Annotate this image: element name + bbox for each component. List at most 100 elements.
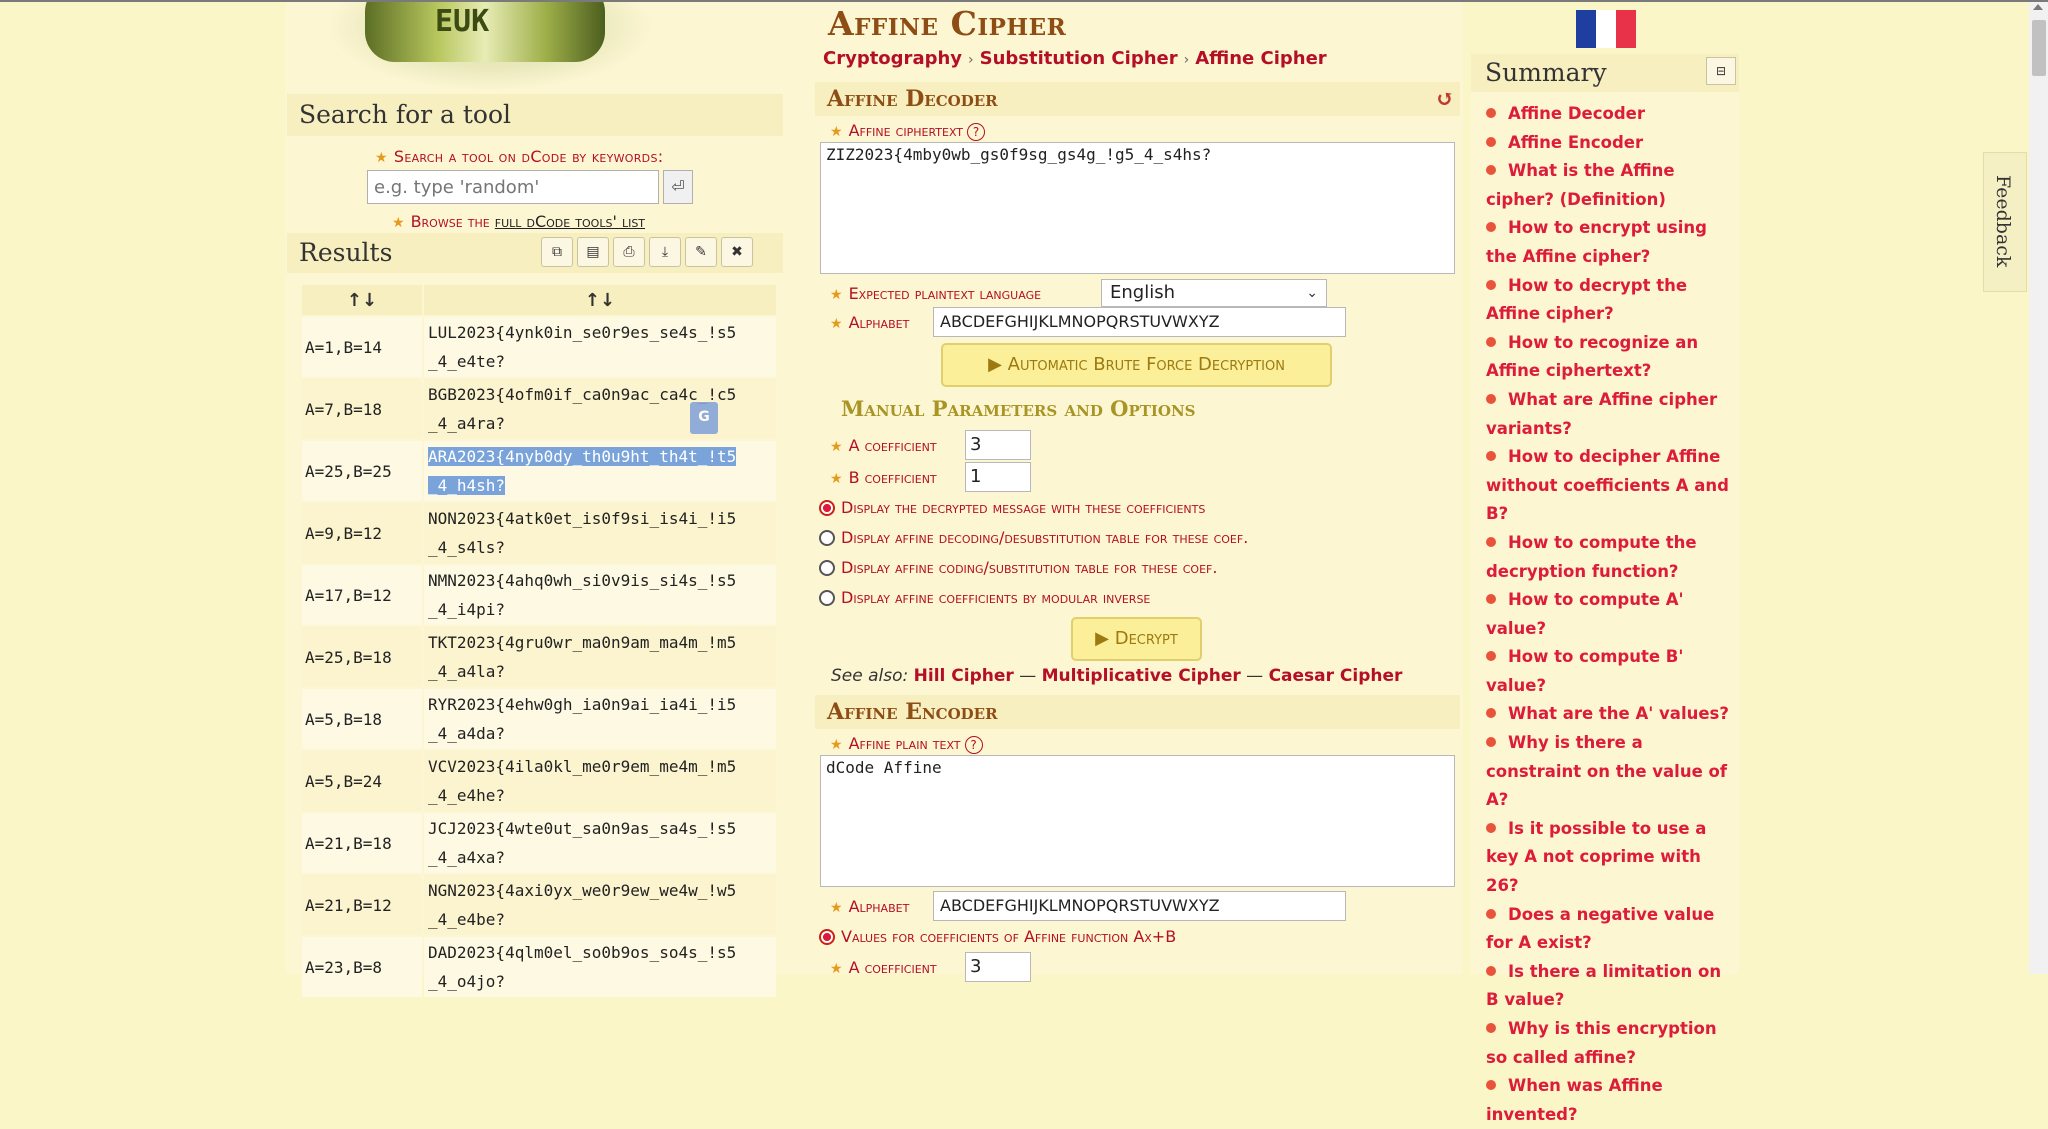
table-row[interactable]: A=25,B=18 TKT2023{4gru0wr_ma0n9am_ma4m_!m…: [302, 627, 776, 687]
breadcrumb-substitution[interactable]: Substitution Cipher: [980, 48, 1178, 69]
search-go-button[interactable]: ⏎: [663, 170, 693, 204]
summary-link[interactable]: What are the A' values?: [1486, 700, 1736, 729]
breadcrumb-affine[interactable]: Affine Cipher: [1195, 48, 1326, 69]
breadcrumb-cryptography[interactable]: Cryptography: [823, 48, 962, 69]
summary-link[interactable]: What is the Affine cipher? (Definition): [1486, 157, 1736, 214]
encoder-alphabet-input[interactable]: ABCDEFGHIJKLMNOPQRSTUVWXYZ: [933, 891, 1346, 921]
feedback-tab[interactable]: Feedback: [1983, 152, 2027, 292]
radio-display-decrypted[interactable]: Display the decrypted message with these…: [819, 498, 1205, 517]
pin-button[interactable]: ✎: [685, 237, 717, 267]
table-row[interactable]: A=23,B=8 DAD2023{4qlm0el_so0b9os_so4s_!s5…: [302, 937, 776, 997]
summary-link[interactable]: How to decrypt the Affine cipher?: [1486, 272, 1736, 329]
french-flag-icon[interactable]: [1576, 10, 1636, 48]
summary-link[interactable]: How to encrypt using the Affine cipher?: [1486, 214, 1736, 271]
result-key: A=21,B=12: [302, 875, 422, 935]
result-value[interactable]: NON2023{4atk0et_is0f9si_is4i_!i5 _4_s4ls?: [424, 503, 776, 563]
summary-link[interactable]: Affine Decoder: [1486, 100, 1736, 129]
result-value[interactable]: BGB2023{4ofm0if_ca0n9ac_ca4c_!c5 _4_a4ra?: [424, 379, 776, 439]
star-icon: ★: [392, 215, 405, 231]
table-row[interactable]: A=25,B=25 ARA2023{4nyb0dy_th0u9ht_th4t_!t…: [302, 441, 776, 501]
summary-link[interactable]: Is it possible to use a key A not coprim…: [1486, 815, 1736, 901]
table-row[interactable]: A=5,B=24 VCV2023{4ila0kl_me0r9em_me4m_!m5…: [302, 751, 776, 811]
decoder-alphabet-input[interactable]: ABCDEFGHIJKLMNOPQRSTUVWXYZ: [933, 307, 1346, 337]
result-value[interactable]: NMN2023{4ahq0wh_si0v9is_si4s_!s5 _4_i4pi?: [424, 565, 776, 625]
radio-modular-inverse[interactable]: Display affine coefficients by modular i…: [819, 588, 1150, 607]
caesar-cipher-link[interactable]: Caesar Cipher: [1269, 666, 1403, 686]
result-value[interactable]: ARA2023{4nyb0dy_th0u9ht_th4t_!t5 _4_h4sh?: [424, 441, 776, 501]
summary-link[interactable]: How to decipher Affine without coefficie…: [1486, 443, 1736, 529]
search-keywords-label: ★ Search a tool on dCode by keywords:: [375, 147, 664, 166]
encoder-a-coef-input[interactable]: 3: [965, 952, 1031, 982]
result-value[interactable]: DAD2023{4qlm0el_so0b9os_so4s_!s5 _4_o4jo?: [424, 937, 776, 997]
summary-link[interactable]: Is there a limitation on B value?: [1486, 958, 1736, 1015]
summary-link[interactable]: How to compute A' value?: [1486, 586, 1736, 643]
summary-link[interactable]: Affine Encoder: [1486, 129, 1736, 158]
summary-link[interactable]: Why is this encryption so called affine?: [1486, 1015, 1736, 1072]
full-tools-list-link[interactable]: full dCode tools' list: [495, 212, 645, 231]
result-key: A=17,B=12: [302, 565, 422, 625]
result-value[interactable]: NGN2023{4axi0yx_we0r9ew_we4w_!w5 _4_e4be?: [424, 875, 776, 935]
print-button[interactable]: ⎙: [613, 237, 645, 267]
copy-button[interactable]: ⧉: [541, 237, 573, 267]
translate-icon[interactable]: G: [690, 402, 718, 434]
sort-value-header[interactable]: ↑↓: [424, 285, 776, 315]
multiplicative-cipher-link[interactable]: Multiplicative Cipher: [1042, 666, 1241, 686]
help-icon[interactable]: ?: [967, 123, 986, 141]
summary-link[interactable]: How to compute the decryption function?: [1486, 529, 1736, 586]
tool-search-input[interactable]: [367, 170, 659, 204]
summary-link[interactable]: How to recognize an Affine ciphertext?: [1486, 329, 1736, 386]
alphabet-label: ★ Alphabet: [830, 313, 910, 332]
b-coef-input[interactable]: 1: [965, 462, 1031, 492]
summary-link[interactable]: How to compute B' value?: [1486, 643, 1736, 700]
reset-icon[interactable]: ↺: [1436, 82, 1454, 116]
decoder-header: Affine Decoder ↺: [815, 82, 1460, 116]
table-row[interactable]: A=5,B=18 RYR2023{4ehw0gh_ia0n9ai_ia4i_!i5…: [302, 689, 776, 749]
arrow-bullet-icon: [1486, 451, 1496, 462]
summary-title: Summary: [1471, 54, 1739, 92]
summary-link[interactable]: What are Affine cipher variants?: [1486, 386, 1736, 443]
close-results-button[interactable]: ✖: [721, 237, 753, 267]
a-coef-input[interactable]: 3: [965, 430, 1031, 460]
table-row[interactable]: A=21,B=18 JCJ2023{4wte0ut_sa0n9as_sa4s_!s…: [302, 813, 776, 873]
result-value[interactable]: VCV2023{4ila0kl_me0r9em_me4m_!m5 _4_e4he?: [424, 751, 776, 811]
download-button[interactable]: ⤓: [649, 237, 681, 267]
language-select[interactable]: English ⌄: [1101, 279, 1327, 307]
scroll-up-arrow-icon[interactable]: [2033, 4, 2043, 10]
result-value[interactable]: RYR2023{4ehw0gh_ia0n9ai_ia4i_!i5 _4_a4da?: [424, 689, 776, 749]
sort-key-header[interactable]: ↑↓: [302, 285, 422, 315]
table-row[interactable]: A=17,B=12 NMN2023{4ahq0wh_si0v9is_si4s_!s…: [302, 565, 776, 625]
collapse-summary-button[interactable]: ⊟: [1706, 57, 1736, 85]
summary-link-text: Affine Encoder: [1508, 132, 1644, 152]
copy-all-button[interactable]: ▤: [577, 237, 609, 267]
summary-link[interactable]: Why is there a constraint on the value o…: [1486, 729, 1736, 815]
result-value[interactable]: TKT2023{4gru0wr_ma0n9am_ma4m_!m5 _4_a4la?: [424, 627, 776, 687]
close-icon: ✖: [731, 244, 743, 260]
decrypt-button[interactable]: ▶ Decrypt: [1071, 617, 1202, 661]
radio-checked-icon: [819, 929, 835, 945]
result-value[interactable]: LUL2023{4ynk0in_se0r9es_se4s_!s5 _4_e4te?: [424, 317, 776, 377]
result-line: _4_i4pi?: [428, 600, 506, 619]
ciphertext-input[interactable]: ZIZ2023{4mby0wb_gs0f9sg_gs4g_!g5_4_s4hs?: [820, 142, 1455, 274]
result-key: A=25,B=25: [302, 441, 422, 501]
radio-values-coefficients[interactable]: Values for coefficients of Affine functi…: [819, 927, 1176, 946]
brute-force-button[interactable]: ▶ Automatic Brute Force Decryption: [941, 343, 1332, 387]
table-row[interactable]: A=1,B=14 LUL2023{4ynk0in_se0r9es_se4s_!s5…: [302, 317, 776, 377]
hill-cipher-link[interactable]: Hill Cipher: [914, 666, 1014, 686]
table-row[interactable]: A=21,B=12 NGN2023{4axi0yx_we0r9ew_we4w_!w…: [302, 875, 776, 935]
a-coef-label: ★ A coefficient: [830, 436, 937, 455]
table-row[interactable]: A=9,B=12 NON2023{4atk0et_is0f9si_is4i_!i5…: [302, 503, 776, 563]
copy-icon: ⧉: [552, 244, 562, 260]
plain-text-input[interactable]: dCode Affine: [820, 755, 1455, 887]
radio-decoding-table[interactable]: Display affine decoding/desubstitution t…: [819, 528, 1248, 547]
page-scrollbar[interactable]: [2029, 2, 2048, 974]
result-value[interactable]: JCJ2023{4wte0ut_sa0n9as_sa4s_!s5 _4_a4xa?: [424, 813, 776, 873]
arrow-bullet-icon: [1486, 1023, 1496, 1033]
radio-coding-table[interactable]: Display affine coding/substitution table…: [819, 558, 1217, 577]
result-key: A=1,B=14: [302, 317, 422, 377]
summary-link-text: How to recognize an Affine ciphertext?: [1486, 332, 1699, 381]
help-icon[interactable]: ?: [964, 736, 983, 754]
scroll-thumb[interactable]: [2032, 20, 2046, 76]
encoder-header: Affine Encoder: [815, 695, 1460, 729]
summary-link[interactable]: Does a negative value for A exist?: [1486, 901, 1736, 958]
summary-link[interactable]: When was Affine invented?: [1486, 1072, 1736, 1129]
